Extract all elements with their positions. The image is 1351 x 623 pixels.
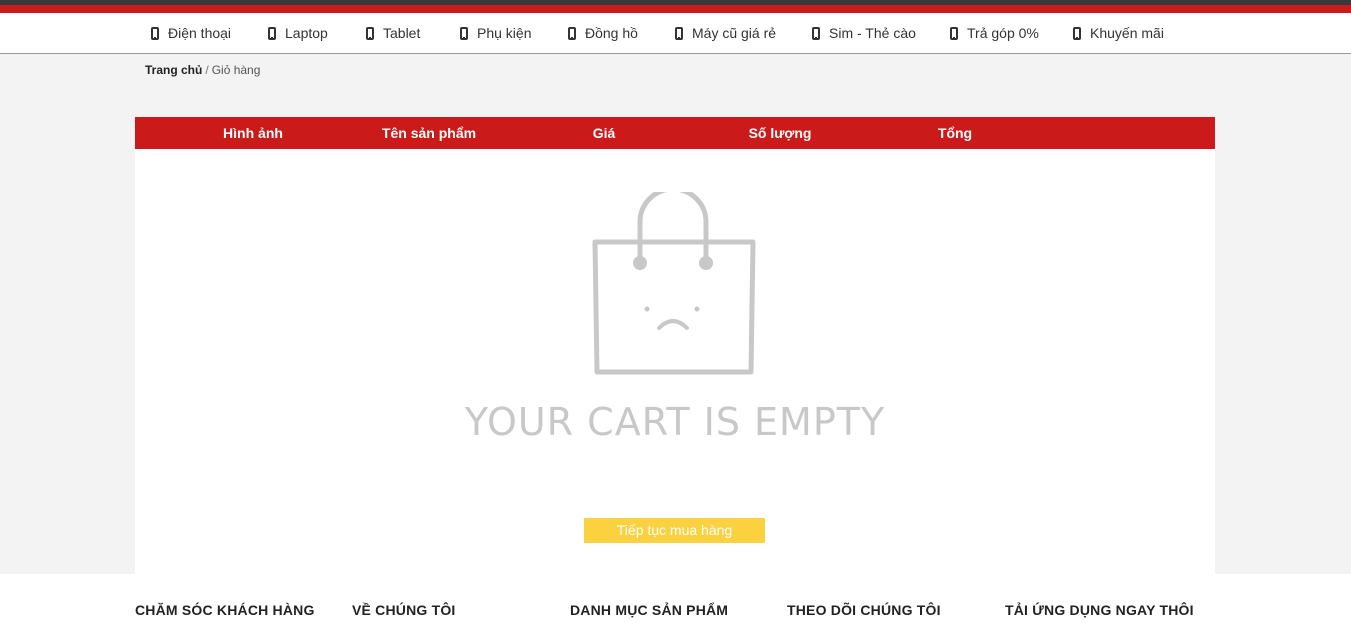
column-header-product-name: Tên sản phẩm bbox=[381, 125, 477, 141]
top-accent-bar bbox=[0, 0, 1351, 13]
nav-item-label: Trả góp 0% bbox=[967, 25, 1039, 41]
footer-heading-product-categories: DANH MỤC SẢN PHẨM bbox=[570, 602, 729, 618]
nav-item-tablet[interactable]: Tablet bbox=[366, 13, 420, 53]
empty-cart-message: YOUR CART IS EMPTY bbox=[464, 400, 886, 444]
nav-item-label: Khuyến mãi bbox=[1090, 25, 1164, 41]
phone-icon bbox=[675, 26, 683, 40]
nav-item-dong-ho[interactable]: Đồng hồ bbox=[568, 13, 638, 53]
column-header-quantity: Số lượng bbox=[748, 125, 812, 141]
phone-icon bbox=[268, 26, 276, 40]
column-header-price: Giá bbox=[592, 125, 616, 141]
main-nav: Điện thoại Laptop Tablet Phụ kiện Đồng h… bbox=[0, 13, 1351, 54]
nav-item-tra-gop[interactable]: Trả góp 0% bbox=[950, 13, 1039, 53]
breadcrumb: Trang chủ / Giỏ hàng bbox=[145, 63, 260, 77]
nav-item-label: Phụ kiện bbox=[477, 25, 532, 41]
nav-item-phu-kien[interactable]: Phụ kiện bbox=[460, 13, 531, 53]
footer-heading-about-us: VỀ CHÚNG TÔI bbox=[352, 602, 456, 618]
nav-item-label: Laptop bbox=[285, 25, 328, 41]
sad-shopping-bag-icon bbox=[592, 192, 756, 375]
footer: CHĂM SÓC KHÁCH HÀNG VỀ CHÚNG TÔI DANH MỤ… bbox=[0, 574, 1351, 623]
nav-item-label: Sim - Thẻ cào bbox=[829, 25, 916, 41]
nav-item-sim-the-cao[interactable]: Sim - Thẻ cào bbox=[812, 13, 916, 53]
breadcrumb-home-link[interactable]: Trang chủ bbox=[145, 63, 202, 77]
nav-item-may-cu[interactable]: Máy cũ giá rẻ bbox=[675, 13, 776, 53]
nav-item-khuyen-mai[interactable]: Khuyến mãi bbox=[1073, 13, 1164, 53]
phone-icon bbox=[812, 26, 820, 40]
cart-table-header: Hình ảnh Tên sản phẩm Giá Số lượng Tổng bbox=[135, 117, 1215, 149]
phone-icon bbox=[151, 26, 159, 40]
footer-heading-customer-care: CHĂM SÓC KHÁCH HÀNG bbox=[135, 602, 315, 618]
nav-item-label: Đồng hồ bbox=[585, 25, 638, 41]
phone-icon bbox=[1073, 26, 1081, 40]
nav-item-label: Máy cũ giá rẻ bbox=[692, 25, 777, 41]
nav-item-label: Tablet bbox=[383, 25, 421, 41]
footer-heading-download-app: TẢI ỨNG DỤNG NGAY THÔI bbox=[1005, 602, 1194, 618]
nav-item-dien-thoai[interactable]: Điện thoại bbox=[151, 13, 231, 53]
phone-icon bbox=[460, 26, 468, 40]
nav-item-laptop[interactable]: Laptop bbox=[268, 13, 328, 53]
cart-panel: Hình ảnh Tên sản phẩm Giá Số lượng Tổng … bbox=[135, 117, 1215, 574]
column-header-image: Hình ảnh bbox=[223, 125, 283, 141]
phone-icon bbox=[950, 26, 958, 40]
breadcrumb-current: Giỏ hàng bbox=[211, 63, 261, 77]
nav-item-label: Điện thoại bbox=[168, 25, 232, 41]
breadcrumb-separator: / bbox=[205, 63, 209, 77]
phone-icon bbox=[366, 26, 374, 40]
phone-icon bbox=[568, 26, 576, 40]
column-header-total: Tổng bbox=[937, 125, 973, 141]
continue-shopping-button[interactable]: Tiếp tục mua hàng bbox=[584, 518, 765, 543]
footer-heading-follow-us: THEO DÕI CHÚNG TÔI bbox=[787, 602, 941, 618]
